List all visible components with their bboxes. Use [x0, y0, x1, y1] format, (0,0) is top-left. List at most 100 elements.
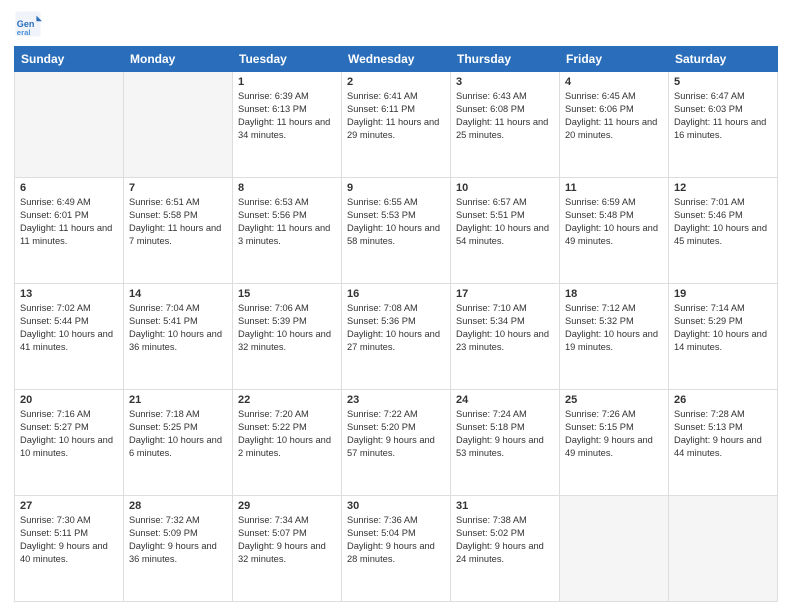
day-number: 12 [674, 182, 772, 194]
day-info: Sunrise: 7:12 AMSunset: 5:32 PMDaylight:… [565, 302, 663, 354]
calendar-cell: 28 Sunrise: 7:32 AMSunset: 5:09 PMDayligh… [124, 496, 233, 602]
day-info: Sunrise: 6:49 AMSunset: 6:01 PMDaylight:… [20, 196, 118, 248]
day-number: 13 [20, 288, 118, 300]
day-info: Sunrise: 6:53 AMSunset: 5:56 PMDaylight:… [238, 196, 336, 248]
calendar-cell [15, 72, 124, 178]
day-info: Sunrise: 7:28 AMSunset: 5:13 PMDaylight:… [674, 408, 772, 460]
day-of-week-monday: Monday [124, 47, 233, 72]
day-info: Sunrise: 7:20 AMSunset: 5:22 PMDaylight:… [238, 408, 336, 460]
calendar-cell: 22 Sunrise: 7:20 AMSunset: 5:22 PMDayligh… [233, 390, 342, 496]
day-number: 4 [565, 76, 663, 88]
day-number: 14 [129, 288, 227, 300]
day-number: 10 [456, 182, 554, 194]
calendar-cell: 24 Sunrise: 7:24 AMSunset: 5:18 PMDayligh… [451, 390, 560, 496]
day-info: Sunrise: 7:18 AMSunset: 5:25 PMDaylight:… [129, 408, 227, 460]
day-number: 11 [565, 182, 663, 194]
day-info: Sunrise: 7:22 AMSunset: 5:20 PMDaylight:… [347, 408, 445, 460]
day-info: Sunrise: 7:38 AMSunset: 5:02 PMDaylight:… [456, 514, 554, 566]
day-number: 26 [674, 394, 772, 406]
day-number: 18 [565, 288, 663, 300]
day-number: 5 [674, 76, 772, 88]
calendar-cell [124, 72, 233, 178]
svg-text:Gen: Gen [17, 19, 35, 29]
day-info: Sunrise: 6:57 AMSunset: 5:51 PMDaylight:… [456, 196, 554, 248]
day-number: 3 [456, 76, 554, 88]
day-info: Sunrise: 6:47 AMSunset: 6:03 PMDaylight:… [674, 90, 772, 142]
calendar-cell: 20 Sunrise: 7:16 AMSunset: 5:27 PMDayligh… [15, 390, 124, 496]
day-info: Sunrise: 6:51 AMSunset: 5:58 PMDaylight:… [129, 196, 227, 248]
day-info: Sunrise: 6:59 AMSunset: 5:48 PMDaylight:… [565, 196, 663, 248]
day-of-week-tuesday: Tuesday [233, 47, 342, 72]
day-number: 1 [238, 76, 336, 88]
calendar-cell: 29Sunrise: 7:34 AMSunset: 5:07 PMDayligh… [233, 496, 342, 602]
calendar-cell: 3 Sunrise: 6:43 AMSunset: 6:08 PMDaylight… [451, 72, 560, 178]
day-info: Sunrise: 7:32 AMSunset: 5:09 PMDaylight:… [129, 514, 227, 566]
day-info: Sunrise: 7:24 AMSunset: 5:18 PMDaylight:… [456, 408, 554, 460]
calendar-cell: 7 Sunrise: 6:51 AMSunset: 5:58 PMDaylight… [124, 178, 233, 284]
week-row-4: 20 Sunrise: 7:16 AMSunset: 5:27 PMDayligh… [15, 390, 778, 496]
day-number: 25 [565, 394, 663, 406]
day-number: 9 [347, 182, 445, 194]
calendar-cell: 4 Sunrise: 6:45 AMSunset: 6:06 PMDaylight… [560, 72, 669, 178]
day-number: 2 [347, 76, 445, 88]
calendar-cell: 11 Sunrise: 6:59 AMSunset: 5:48 PMDayligh… [560, 178, 669, 284]
calendar-cell: 1Sunrise: 6:39 AMSunset: 6:13 PMDaylight… [233, 72, 342, 178]
day-number: 22 [238, 394, 336, 406]
calendar-cell: 23 Sunrise: 7:22 AMSunset: 5:20 PMDayligh… [342, 390, 451, 496]
day-of-week-wednesday: Wednesday [342, 47, 451, 72]
day-number: 27 [20, 500, 118, 512]
day-info: Sunrise: 7:16 AMSunset: 5:27 PMDaylight:… [20, 408, 118, 460]
calendar-header-row: SundayMondayTuesdayWednesdayThursdayFrid… [15, 47, 778, 72]
calendar-cell: 18 Sunrise: 7:12 AMSunset: 5:32 PMDayligh… [560, 284, 669, 390]
day-info: Sunrise: 6:41 AMSunset: 6:11 PMDaylight:… [347, 90, 445, 142]
week-row-1: 1Sunrise: 6:39 AMSunset: 6:13 PMDaylight… [15, 72, 778, 178]
day-number: 30 [347, 500, 445, 512]
svg-text:eral: eral [17, 28, 31, 37]
day-info: Sunrise: 6:43 AMSunset: 6:08 PMDaylight:… [456, 90, 554, 142]
page: Gen eral SundayMondayTuesdayWednesdayThu… [0, 0, 792, 612]
logo: Gen eral [14, 10, 46, 38]
day-info: Sunrise: 7:04 AMSunset: 5:41 PMDaylight:… [129, 302, 227, 354]
calendar-cell [669, 496, 778, 602]
day-number: 24 [456, 394, 554, 406]
day-number: 7 [129, 182, 227, 194]
day-number: 28 [129, 500, 227, 512]
calendar-cell: 26 Sunrise: 7:28 AMSunset: 5:13 PMDayligh… [669, 390, 778, 496]
day-number: 31 [456, 500, 554, 512]
day-number: 20 [20, 394, 118, 406]
calendar-cell: 8 Sunrise: 6:53 AMSunset: 5:56 PMDaylight… [233, 178, 342, 284]
day-info: Sunrise: 7:34 AMSunset: 5:07 PMDaylight:… [238, 514, 336, 566]
day-info: Sunrise: 7:02 AMSunset: 5:44 PMDaylight:… [20, 302, 118, 354]
calendar-cell: 19Sunrise: 7:14 AMSunset: 5:29 PMDayligh… [669, 284, 778, 390]
week-row-5: 27 Sunrise: 7:30 AMSunset: 5:11 PMDayligh… [15, 496, 778, 602]
header: Gen eral [14, 10, 778, 38]
day-of-week-thursday: Thursday [451, 47, 560, 72]
day-number: 15 [238, 288, 336, 300]
day-info: Sunrise: 7:26 AMSunset: 5:15 PMDaylight:… [565, 408, 663, 460]
day-info: Sunrise: 6:45 AMSunset: 6:06 PMDaylight:… [565, 90, 663, 142]
calendar-cell: 25 Sunrise: 7:26 AMSunset: 5:15 PMDayligh… [560, 390, 669, 496]
calendar-cell: 30 Sunrise: 7:36 AMSunset: 5:04 PMDayligh… [342, 496, 451, 602]
day-number: 8 [238, 182, 336, 194]
calendar-cell: 14 Sunrise: 7:04 AMSunset: 5:41 PMDayligh… [124, 284, 233, 390]
calendar-cell: 31 Sunrise: 7:38 AMSunset: 5:02 PMDayligh… [451, 496, 560, 602]
calendar-cell [560, 496, 669, 602]
calendar-cell: 12Sunrise: 7:01 AMSunset: 5:46 PMDayligh… [669, 178, 778, 284]
day-info: Sunrise: 7:30 AMSunset: 5:11 PMDaylight:… [20, 514, 118, 566]
day-info: Sunrise: 7:36 AMSunset: 5:04 PMDaylight:… [347, 514, 445, 566]
calendar-cell: 17 Sunrise: 7:10 AMSunset: 5:34 PMDayligh… [451, 284, 560, 390]
day-of-week-friday: Friday [560, 47, 669, 72]
day-info: Sunrise: 6:55 AMSunset: 5:53 PMDaylight:… [347, 196, 445, 248]
calendar-table: SundayMondayTuesdayWednesdayThursdayFrid… [14, 46, 778, 602]
day-info: Sunrise: 7:10 AMSunset: 5:34 PMDaylight:… [456, 302, 554, 354]
calendar-cell: 27 Sunrise: 7:30 AMSunset: 5:11 PMDayligh… [15, 496, 124, 602]
calendar-cell: 2 Sunrise: 6:41 AMSunset: 6:11 PMDaylight… [342, 72, 451, 178]
calendar-cell: 5 Sunrise: 6:47 AMSunset: 6:03 PMDaylight… [669, 72, 778, 178]
day-number: 17 [456, 288, 554, 300]
day-of-week-sunday: Sunday [15, 47, 124, 72]
day-number: 23 [347, 394, 445, 406]
day-number: 16 [347, 288, 445, 300]
calendar-cell: 13 Sunrise: 7:02 AMSunset: 5:44 PMDayligh… [15, 284, 124, 390]
day-info: Sunrise: 7:14 AMSunset: 5:29 PMDaylight:… [674, 302, 772, 354]
calendar-cell: 21Sunrise: 7:18 AMSunset: 5:25 PMDayligh… [124, 390, 233, 496]
